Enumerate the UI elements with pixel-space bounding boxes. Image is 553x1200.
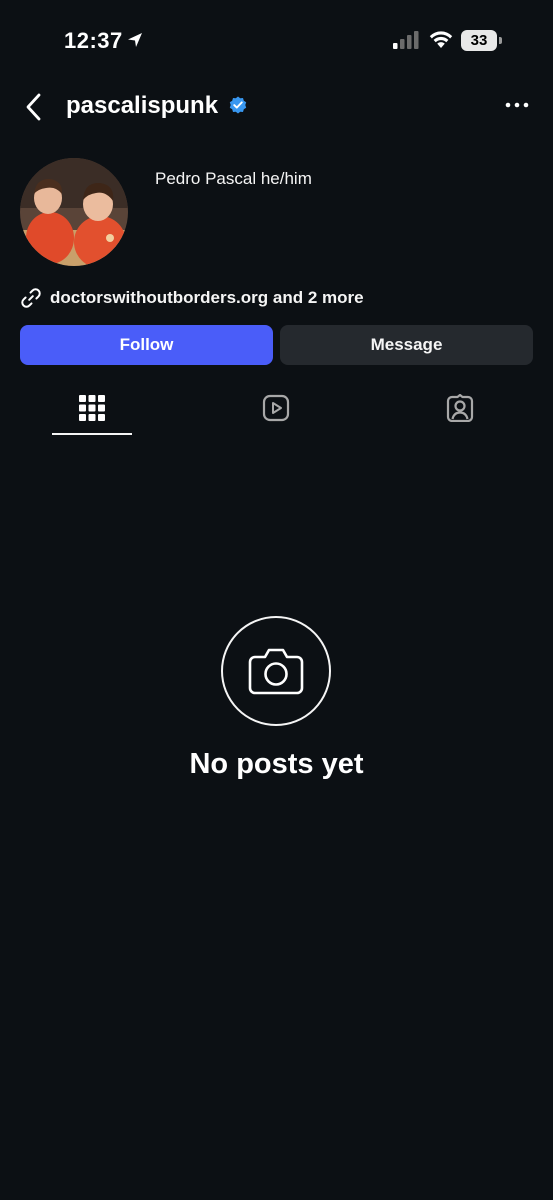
grid-icon [79,395,105,421]
active-tab-indicator [52,433,132,435]
profile-username: pascalispunk [66,92,219,119]
profile-link-text[interactable]: doctorswithoutborders.org and 2 more [50,288,364,308]
profile-header: pascalispunk [0,80,553,134]
cellular-signal-icon [393,31,419,49]
tab-tagged[interactable] [420,388,500,436]
reels-icon [262,394,290,422]
follow-button[interactable]: Follow [20,325,273,365]
message-button[interactable]: Message [280,325,533,365]
tab-reels[interactable] [236,388,316,436]
location-arrow-icon [128,33,142,47]
wifi-icon [429,31,453,48]
empty-state-camera [221,616,331,726]
tab-posts-grid[interactable] [52,388,132,436]
camera-icon [248,648,304,695]
battery-nub [499,37,502,44]
avatar-photo [20,158,128,266]
link-icon [21,288,41,308]
empty-state-title: No posts yet [189,748,364,780]
profile-display-name: Pedro Pascal he/him [155,169,312,188]
back-chevron-icon[interactable] [22,92,48,122]
status-time: 12:37 [64,28,123,53]
tagged-icon [446,394,474,422]
status-bar: 12:37 33 [0,0,553,80]
battery-indicator: 33 [461,30,497,51]
verified-badge-icon [229,96,247,114]
profile-avatar[interactable] [20,158,128,266]
more-options-icon[interactable] [504,98,530,112]
